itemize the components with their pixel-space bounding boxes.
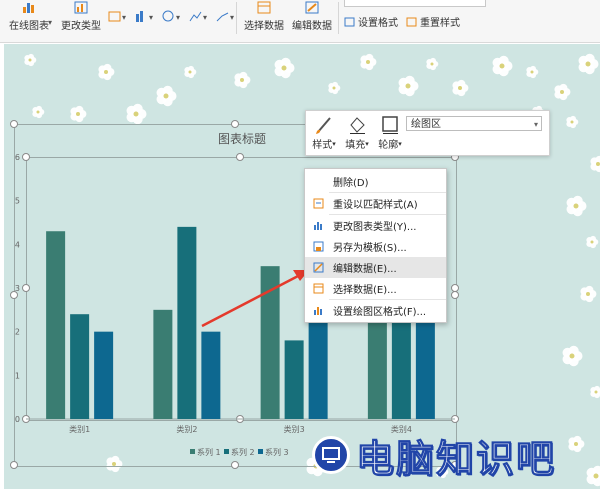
- menu-item-label: 编辑数据(E)...: [333, 264, 397, 275]
- chart-type-icon: [314, 222, 322, 230]
- annotation-arrow: [201, 270, 309, 328]
- edit-data-icon: [313, 262, 324, 273]
- monitor-logo-icon: [312, 436, 350, 474]
- watermark-text: 电脑知识吧: [355, 436, 557, 481]
- menu-item-select-data[interactable]: 选择数据(E)...: [305, 278, 446, 299]
- format-mini-toolbar: 样式 ▾ 填充 ▾ 轮廓 ▾ 绘图区 ▾: [305, 110, 550, 156]
- chart-element-select[interactable]: 绘图区 ▾: [406, 116, 542, 131]
- menu-item-label: 设置绘图区格式(F)...: [333, 307, 427, 318]
- style-button[interactable]: 样式 ▾: [309, 115, 339, 151]
- fill-button[interactable]: 填充 ▾: [342, 115, 372, 151]
- select-data-icon: [313, 283, 324, 294]
- paint-bucket-icon: [350, 117, 365, 134]
- save-template-icon: [313, 241, 324, 252]
- menu-item-format-plot-area[interactable]: 设置绘图区格式(F)...: [305, 300, 446, 321]
- chevron-down-icon: ▾: [398, 139, 402, 148]
- menu-item-label: 另存为模板(S)...: [333, 243, 407, 254]
- chart-element-select-value: 绘图区: [411, 119, 441, 130]
- menu-item-label: 删除(D): [333, 178, 369, 189]
- brush-icon: [316, 117, 331, 134]
- menu-item-label: 选择数据(E)...: [333, 285, 397, 296]
- menu-item-change-chart-type[interactable]: 更改图表类型(Y)...: [305, 215, 446, 236]
- chevron-down-icon: ▾: [365, 139, 369, 148]
- menu-item-reset-style[interactable]: 重设以匹配样式(A): [305, 193, 446, 214]
- fill-label: 填充: [345, 140, 366, 151]
- outline-label: 轮廓: [378, 140, 399, 151]
- format-plot-area-icon: [314, 307, 322, 315]
- menu-item-label: 重设以匹配样式(A): [333, 200, 418, 211]
- menu-item-delete[interactable]: 删除(D): [305, 171, 446, 192]
- menu-item-label: 更改图表类型(Y)...: [333, 222, 417, 233]
- outline-button[interactable]: 轮廓 ▾: [375, 115, 405, 151]
- menu-item-edit-data[interactable]: 编辑数据(E)...: [305, 257, 446, 278]
- site-watermark: 电脑知识吧: [312, 432, 556, 481]
- chevron-down-icon: ▾: [533, 120, 538, 129]
- reset-style-icon: [313, 198, 324, 209]
- menu-item-save-template[interactable]: 另存为模板(S)...: [305, 236, 446, 257]
- chevron-down-icon: ▾: [332, 139, 336, 148]
- outline-square-icon: [382, 116, 398, 134]
- style-label: 样式: [312, 140, 333, 151]
- context-menu: 删除(D) 重设以匹配样式(A) 更改图表类型(Y)... 另存为模板(S)..…: [304, 168, 447, 323]
